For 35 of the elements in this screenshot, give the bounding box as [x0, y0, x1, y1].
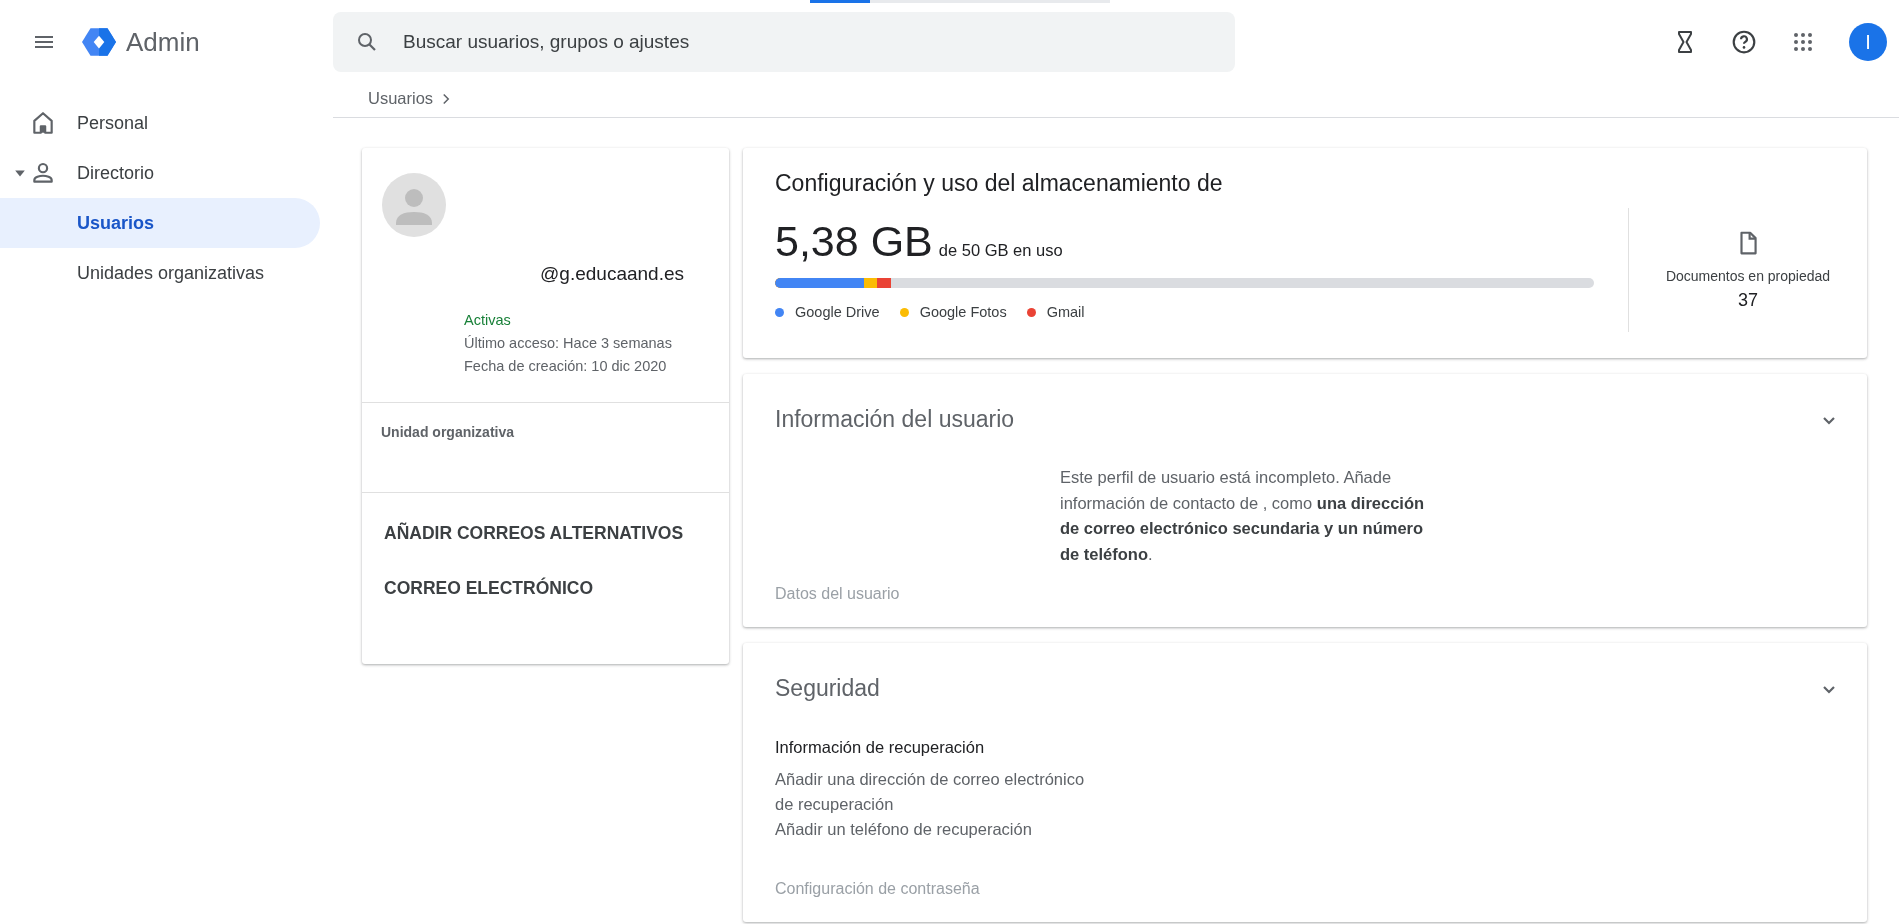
hexagon-logo-icon [82, 27, 116, 57]
documents-count: 37 [1738, 289, 1758, 311]
apps-grid-icon[interactable] [1791, 30, 1815, 54]
user-avatar-icon [382, 173, 446, 237]
app-name: Admin [126, 26, 200, 58]
nav-item[interactable]: Usuarios [0, 198, 320, 248]
account-avatar[interactable]: I [1849, 23, 1887, 61]
creation-date: Fecha de creación: 10 dic 2020 [464, 357, 668, 376]
person-icon [30, 160, 56, 186]
nav-item[interactable]: Unidades organizativas [0, 248, 320, 298]
recovery-link[interactable]: Añadir un teléfono de recuperación [775, 817, 1105, 842]
breadcrumb-link[interactable]: Usuarios [368, 89, 434, 108]
help-icon[interactable] [1731, 29, 1757, 55]
action-link[interactable]: AÑADIR CORREOS ALTERNATIVOS [380, 523, 688, 544]
storage-used: 5,38 GB [775, 217, 933, 266]
recovery-link[interactable]: Añadir una dirección de correo electrónico de recuperación [775, 767, 1105, 817]
security-title: Seguridad [775, 675, 880, 702]
incomplete-profile-message: Este perfil de usuario está incompleto. Añade información de contacto de , como una dirección de correo electrónico secundaria y un número de teléfono. [1060, 467, 1426, 565]
user-info-title: Información del usuario [775, 406, 1015, 433]
user-email: @g.educaand.es [539, 263, 684, 285]
recovery-info-title: Información de recuperación [775, 738, 986, 757]
nav-item[interactable]: Directorio [0, 148, 320, 198]
home-icon [30, 110, 56, 136]
last-access: Último acceso: Hace 3 semanas [464, 334, 673, 353]
storage-quota: de 50 GB en uso [938, 241, 1063, 260]
action-link[interactable]: CORREO ELECTRÓNICO [380, 578, 598, 599]
org-unit-label: Unidad organizativa [381, 424, 515, 440]
legend-label: Gmail [1046, 304, 1085, 320]
legend-label: Google Drive [795, 304, 880, 320]
account-status: Activas [464, 311, 512, 330]
search-field[interactable]: Buscar usuarios, grupos o ajustes [333, 12, 1235, 72]
legend-label: Google Fotos [919, 304, 1007, 320]
nav-item[interactable]: Personal [0, 98, 320, 148]
documents-label: Documentos en propiedad [1665, 267, 1831, 284]
storage-title: Configuración y uso del almacenamiento de [775, 170, 1224, 197]
